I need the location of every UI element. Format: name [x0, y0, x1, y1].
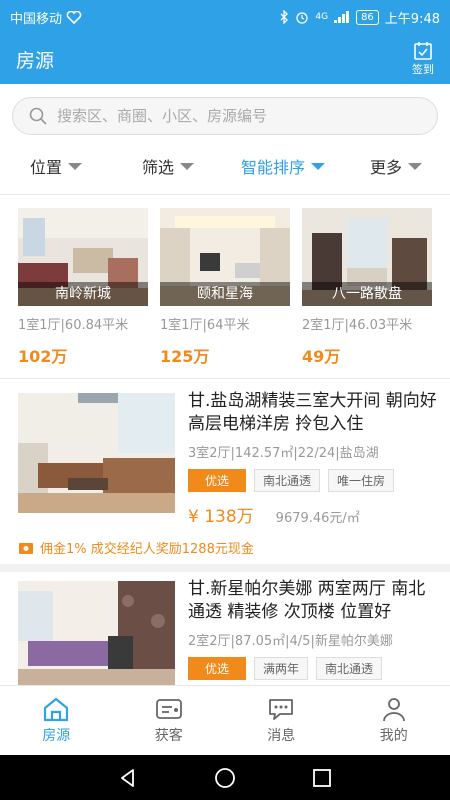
featured-card[interactable]: 八一路散盘 2室1厅|46.03平米 49万: [302, 208, 432, 367]
status-bar: 中国移动 4G 86 上午9:48: [0, 0, 450, 34]
carrier-label: 中国移动: [10, 11, 63, 27]
listing-photo: 八一路散盘: [302, 208, 432, 306]
network-label: 4G: [315, 12, 329, 22]
nav-listings[interactable]: 房源: [0, 686, 113, 755]
filter-bar: 位置 筛选 智能排序 更多: [0, 146, 450, 186]
featured-name: 八一路散盘: [302, 282, 432, 306]
recents-icon[interactable]: [312, 768, 332, 788]
nav-label: 消息: [267, 728, 296, 744]
bluetooth-icon: [280, 10, 289, 24]
alarm-icon: [296, 12, 309, 24]
featured-meta: 1室1厅|64平米: [160, 318, 250, 333]
tag-badge: 南北通透: [316, 657, 383, 680]
filter-location[interactable]: 位置: [0, 146, 112, 186]
listing-photo: 颐和星海: [160, 208, 290, 306]
person-icon: [382, 698, 405, 722]
divider: [0, 194, 450, 195]
nav-profile[interactable]: 我的: [338, 686, 450, 755]
home-circle-icon[interactable]: [214, 767, 236, 789]
back-icon[interactable]: [118, 768, 138, 788]
tag-badge: 优选: [188, 657, 247, 680]
featured-meta: 1室1厅|60.84平米: [18, 318, 129, 333]
nav-label: 获客: [154, 728, 183, 744]
home-icon: [44, 697, 69, 722]
featured-price: 125万: [160, 347, 210, 366]
heart-icon: [66, 10, 82, 24]
filter-more-label: 更多: [369, 158, 402, 177]
app-bar: 房源 签到: [0, 34, 450, 84]
tag-badge: 南北通透: [254, 469, 321, 492]
featured-name: 颐和星海: [160, 282, 290, 306]
signal-icon: [334, 11, 350, 23]
listing-meta: 2室2厅|87.05㎡|4/5|新星帕尔美娜: [188, 634, 393, 649]
filter-location-label: 位置: [29, 158, 62, 177]
listing-title: 甘.新星帕尔美娜 两室两厅 南北通透 精装修 次顶楼 位置好: [188, 579, 426, 622]
search-icon: [29, 107, 47, 125]
nav-label: 我的: [379, 728, 408, 744]
bottom-nav: 房源 获客 消息 我的: [0, 685, 450, 755]
chat-icon: [269, 699, 294, 720]
listing-photo: [18, 393, 175, 513]
reward-icon: [19, 542, 33, 554]
listing-title: 甘.盐岛湖精装三室大开间 朝向好 高层电梯洋房 拎包入住: [188, 391, 437, 434]
caret-down-icon: [68, 162, 82, 170]
tag-badge: 满两年: [254, 657, 309, 680]
calendar-check-icon: [414, 42, 432, 60]
featured-card[interactable]: 南岭新城 1室1厅|60.84平米 102万: [18, 208, 148, 367]
commission-text: 佣金1% 成交经纪人奖励1288元现金: [40, 542, 254, 557]
divider: [0, 378, 450, 379]
caret-down-icon: [408, 162, 422, 170]
caret-down-icon: [180, 162, 194, 170]
listing-photo: 南岭新城: [18, 208, 148, 306]
checkin-label: 签到: [412, 63, 434, 76]
filter-screen[interactable]: 筛选: [112, 146, 224, 186]
featured-meta: 2室1厅|46.03平米: [302, 318, 413, 333]
clock: 上午9:48: [384, 11, 440, 27]
caret-down-icon: [311, 162, 325, 170]
commission-note: 佣金1% 成交经纪人奖励1288元现金: [18, 538, 254, 557]
listing-photo: [18, 581, 175, 685]
battery-indicator: 86: [356, 9, 379, 25]
filter-smart-sort[interactable]: 智能排序: [224, 146, 342, 186]
listing-unit-price: 9679.46元/㎡: [275, 511, 360, 526]
featured-price: 102万: [18, 347, 68, 366]
filter-smart-sort-label: 智能排序: [240, 158, 305, 177]
featured-card[interactable]: 颐和星海 1室1厅|64平米 125万: [160, 208, 290, 367]
tag-badge: 唯一住房: [328, 469, 395, 492]
card-icon: [155, 699, 182, 719]
search-bar[interactable]: [12, 97, 438, 135]
nav-messages[interactable]: 消息: [225, 686, 338, 755]
system-nav-bar: [0, 755, 450, 800]
filter-screen-label: 筛选: [141, 158, 174, 177]
nav-label: 房源: [42, 728, 71, 744]
section-gap: [0, 564, 450, 572]
featured-price: 49万: [302, 347, 341, 366]
search-input[interactable]: [57, 107, 397, 125]
nav-leads[interactable]: 获客: [113, 686, 226, 755]
page-title: 房源: [16, 49, 55, 72]
listing-price: ¥ 138万: [188, 507, 254, 527]
checkin-button[interactable]: 签到: [412, 41, 434, 77]
featured-name: 南岭新城: [18, 282, 148, 306]
filter-more[interactable]: 更多: [342, 146, 450, 186]
listing-meta: 3室2厅|142.57㎡|22/24|盐岛湖: [188, 446, 379, 461]
tag-badge: 优选: [188, 469, 247, 492]
